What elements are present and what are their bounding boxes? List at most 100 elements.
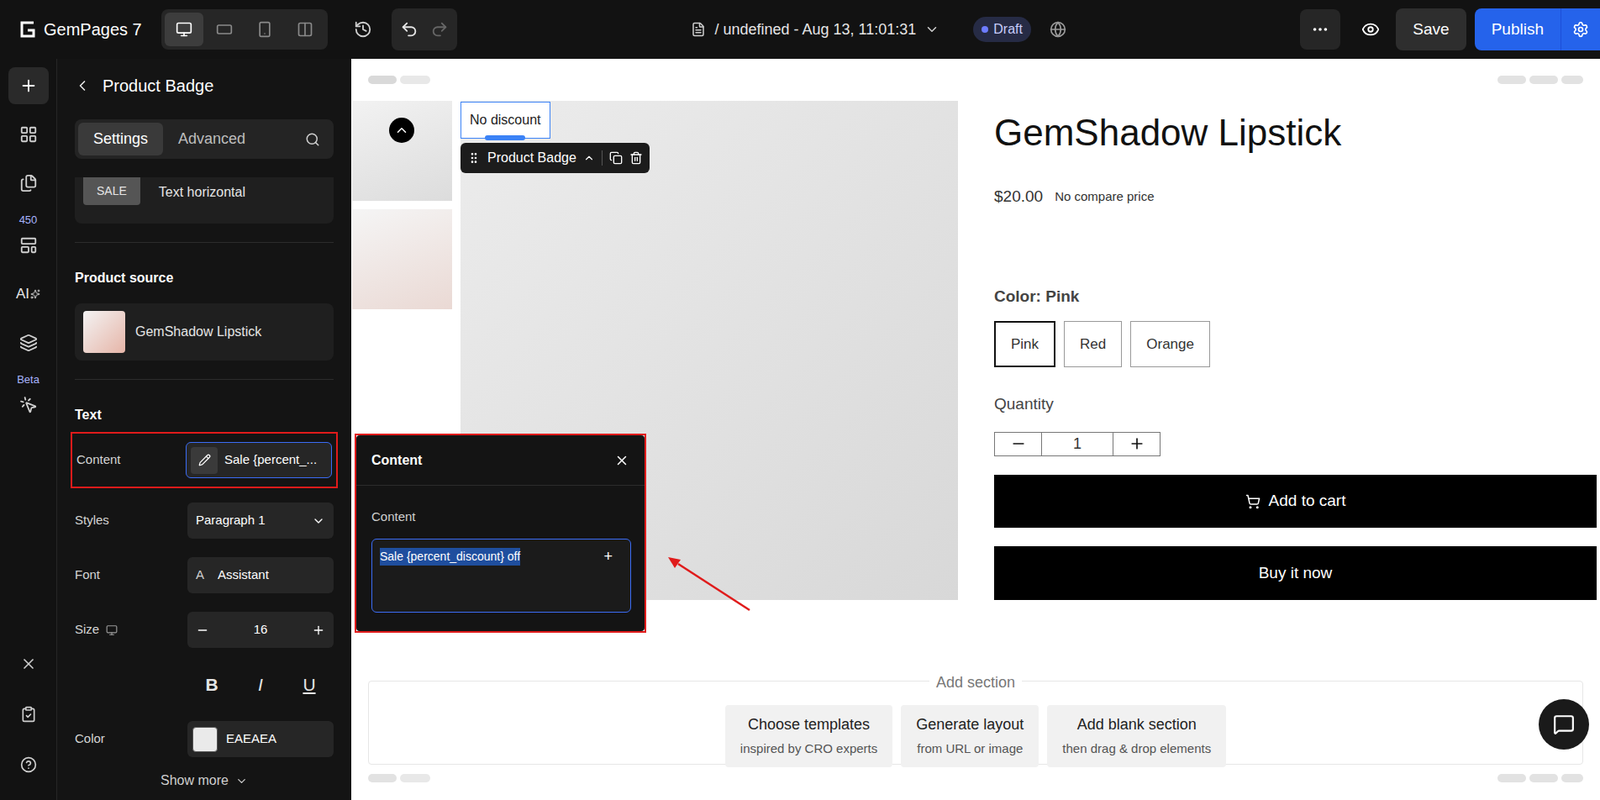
status-badge: Draft bbox=[973, 16, 1032, 43]
add-section-label: Add section bbox=[929, 671, 1022, 695]
field-label: Content bbox=[76, 450, 122, 470]
annotation-arrow-icon bbox=[351, 58, 1600, 800]
badge-style-card[interactable]: SALEText horizontal bbox=[74, 177, 334, 224]
globe-icon[interactable] bbox=[1049, 21, 1067, 38]
chevron-down-icon[interactable] bbox=[924, 21, 940, 37]
quantity-input[interactable]: 1 bbox=[1042, 432, 1113, 457]
publish-settings-button[interactable] bbox=[1560, 8, 1600, 51]
thumbnail[interactable] bbox=[352, 209, 453, 310]
styles-select[interactable]: Paragraph 1 bbox=[187, 502, 334, 539]
search-icon[interactable] bbox=[305, 131, 321, 148]
monitor-icon[interactable] bbox=[105, 624, 118, 637]
variant-button[interactable]: Orange bbox=[1130, 321, 1211, 368]
increase-button[interactable] bbox=[1112, 432, 1160, 457]
font-row: Font AAssistant bbox=[74, 557, 334, 594]
back-icon[interactable] bbox=[73, 77, 91, 95]
settings-panel: Product BadgeSettingsAdvancedSALEText ho… bbox=[57, 58, 352, 800]
format-button[interactable]: I bbox=[243, 671, 278, 699]
show-more-button[interactable]: Show more bbox=[74, 770, 334, 791]
panel-tab[interactable]: Advanced bbox=[163, 122, 261, 156]
redo-icon[interactable] bbox=[430, 20, 449, 39]
compare-price: No compare price bbox=[1054, 187, 1154, 207]
rail-badge: Beta bbox=[16, 373, 40, 387]
rail-item[interactable] bbox=[8, 115, 49, 153]
add-to-cart-button[interactable]: Add to cart bbox=[994, 474, 1597, 528]
content-textarea[interactable]: Sale {percent_discount} off+ bbox=[371, 538, 632, 613]
rail-badge: 450 bbox=[19, 213, 38, 227]
rail-icon bbox=[19, 236, 38, 255]
variant-button[interactable]: Pink bbox=[994, 321, 1056, 368]
content-field[interactable]: Sale {percent_... bbox=[185, 442, 332, 479]
minus-icon[interactable] bbox=[195, 623, 210, 637]
rail-item[interactable]: AI bbox=[8, 275, 49, 313]
scroll-up-button[interactable] bbox=[389, 117, 415, 143]
chevron-down-icon bbox=[235, 774, 248, 788]
duplicate-icon[interactable] bbox=[609, 151, 623, 165]
canvas: No discountProduct Badge GemShadow Lipsti… bbox=[351, 58, 1600, 800]
chevron-up-icon bbox=[394, 122, 410, 138]
thumbnail[interactable] bbox=[352, 100, 453, 201]
format-button[interactable]: U bbox=[292, 671, 327, 699]
insert-variable-button[interactable]: + bbox=[603, 547, 613, 565]
product-info: GemShadow Lipstick$20.00No compare price… bbox=[994, 100, 1600, 600]
size-value[interactable]: 16 bbox=[253, 620, 269, 640]
device-button[interactable] bbox=[205, 12, 244, 47]
element-toolbar: Product Badge bbox=[460, 142, 650, 174]
logo[interactable]: GemPages 7 bbox=[16, 16, 162, 43]
format-button[interactable]: B bbox=[194, 671, 229, 699]
rail-item[interactable]: 450 bbox=[8, 213, 49, 264]
rail-icon bbox=[19, 333, 38, 353]
add-section-option[interactable]: Choose templatesinspired by CRO experts bbox=[725, 705, 893, 768]
buy-now-button[interactable]: Buy it now bbox=[994, 546, 1597, 600]
rail-icon bbox=[30, 289, 41, 300]
rail-item[interactable] bbox=[8, 324, 49, 362]
rail-bottom-icon bbox=[20, 655, 37, 673]
rail-item[interactable] bbox=[8, 67, 49, 105]
eye-icon bbox=[1361, 20, 1380, 39]
field-label: Font bbox=[74, 565, 100, 585]
format-buttons: BIU bbox=[187, 666, 334, 703]
cart-icon bbox=[1245, 494, 1261, 510]
publish-button[interactable]: Publish bbox=[1474, 8, 1561, 51]
product-badge[interactable]: No discount bbox=[460, 101, 551, 139]
pencil-icon bbox=[198, 453, 211, 467]
decrease-button[interactable] bbox=[994, 432, 1043, 457]
device-button[interactable] bbox=[245, 12, 285, 47]
save-button[interactable]: Save bbox=[1395, 8, 1466, 51]
section-heading: Text bbox=[74, 405, 334, 426]
chat-icon bbox=[1552, 713, 1575, 736]
page-title[interactable]: / undefined - Aug 13, 11:01:31 bbox=[714, 18, 916, 42]
panel-tab[interactable]: Settings bbox=[78, 122, 164, 156]
font-icon: A bbox=[195, 565, 210, 585]
trash-icon[interactable] bbox=[629, 151, 643, 165]
variant-button[interactable]: Red bbox=[1063, 321, 1122, 368]
minus-icon bbox=[1010, 435, 1027, 453]
more-button[interactable] bbox=[1300, 9, 1341, 50]
device-icon bbox=[296, 21, 314, 38]
rail-item[interactable] bbox=[8, 164, 49, 202]
add-section-option[interactable]: Generate layoutfrom URL or image bbox=[900, 705, 1039, 768]
close-icon[interactable] bbox=[614, 452, 630, 469]
top-actions: SavePublish bbox=[1300, 8, 1600, 51]
grip-icon[interactable] bbox=[467, 151, 481, 165]
device-button[interactable] bbox=[164, 12, 204, 47]
preview-button[interactable] bbox=[1352, 9, 1390, 50]
variant-picker: PinkRedOrange bbox=[994, 321, 1597, 368]
undo-icon[interactable] bbox=[400, 20, 419, 39]
chat-button[interactable] bbox=[1538, 699, 1590, 750]
header-skeleton bbox=[351, 58, 1600, 101]
rail-bottom-item[interactable] bbox=[10, 746, 48, 784]
device-button[interactable] bbox=[285, 12, 325, 47]
rail-bottom-item[interactable] bbox=[10, 645, 48, 683]
field-label: Color bbox=[74, 729, 106, 749]
caret-icon[interactable] bbox=[583, 152, 595, 164]
plus-icon[interactable] bbox=[311, 623, 326, 637]
page-icon bbox=[690, 21, 706, 37]
font-select[interactable]: AAssistant bbox=[187, 557, 334, 594]
history-button[interactable] bbox=[346, 12, 380, 47]
rail-item[interactable]: Beta bbox=[8, 373, 49, 424]
product-source-card[interactable]: GemShadow Lipstick bbox=[74, 303, 334, 361]
add-section-option[interactable]: Add blank sectionthen drag & drop elemen… bbox=[1047, 705, 1227, 768]
color-field[interactable]: EAEAEA bbox=[187, 721, 334, 758]
rail-bottom-item[interactable] bbox=[10, 695, 48, 733]
